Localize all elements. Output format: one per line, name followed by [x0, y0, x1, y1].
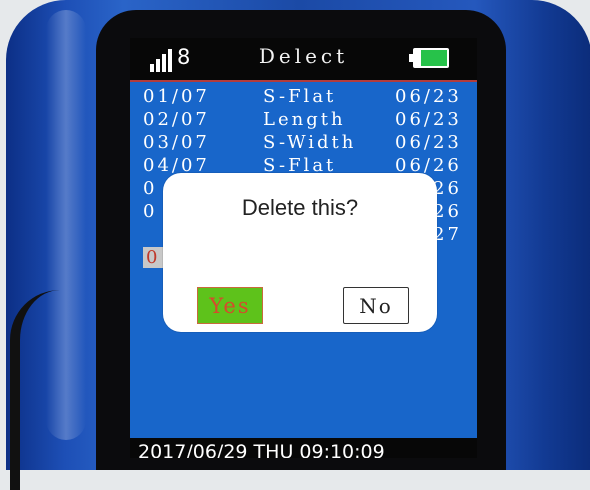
- no-button[interactable]: No: [343, 287, 409, 324]
- battery-level: [421, 50, 447, 66]
- record-type: S-Flat: [263, 86, 337, 107]
- delete-confirm-dialog: Delete this? Yes No: [163, 173, 437, 332]
- list-item[interactable]: 01/07 S-Flat 06/23: [143, 86, 477, 109]
- battery-icon: [409, 48, 449, 68]
- record-type: Length: [263, 109, 346, 130]
- datetime-readout: 2017/06/29 THU 09:10:09: [138, 441, 385, 458]
- record-index: 0: [143, 178, 158, 199]
- selected-record-marker: 0: [143, 247, 164, 268]
- list-item[interactable]: 03/07 S-Width 06/23: [143, 132, 477, 155]
- yes-button[interactable]: Yes: [197, 287, 263, 324]
- record-date: 06/23: [395, 109, 462, 130]
- record-index: 0: [143, 201, 158, 222]
- list-item[interactable]: 02/07 Length 06/23: [143, 109, 477, 132]
- record-date: 06/23: [395, 132, 462, 153]
- record-index: 03/07: [143, 132, 210, 153]
- status-bar: 8 Delect: [130, 38, 477, 82]
- record-index: 02/07: [143, 109, 210, 130]
- record-date: 27: [433, 224, 462, 245]
- device-cable: [10, 290, 80, 490]
- footer-bar: 2017/06/29 THU 09:10:09: [130, 438, 477, 458]
- record-type: S-Width: [263, 132, 357, 153]
- record-date: 26: [433, 201, 462, 222]
- record-date: 26: [433, 178, 462, 199]
- record-index: 01/07: [143, 86, 210, 107]
- record-date: 06/23: [395, 86, 462, 107]
- dialog-title: Delete this?: [241, 195, 359, 220]
